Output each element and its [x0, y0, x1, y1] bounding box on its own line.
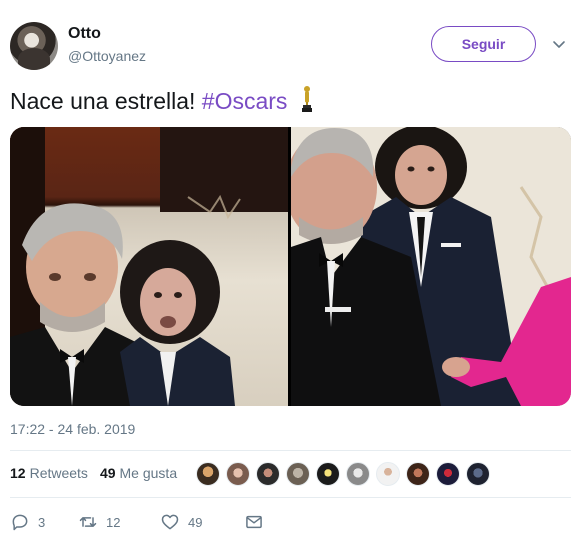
- photo-left[interactable]: [10, 127, 288, 406]
- follow-button[interactable]: Seguir: [431, 26, 536, 62]
- heart-icon: [161, 514, 179, 530]
- like-action[interactable]: 49: [160, 512, 244, 532]
- tweet-text: Nace una estrella! #Oscars: [10, 85, 314, 115]
- tweet-actions: 3 12 49: [10, 511, 264, 533]
- author-name[interactable]: Otto: [68, 25, 101, 43]
- likes-count: 49: [99, 465, 116, 481]
- divider-bottom: [10, 497, 571, 498]
- hashtag-link[interactable]: #Oscars: [202, 88, 288, 114]
- media-grid[interactable]: [10, 127, 571, 406]
- like-count: 49: [188, 514, 203, 530]
- likes-stat[interactable]: 49 Me gusta: [100, 465, 177, 481]
- oscar-trophy-icon: [301, 86, 312, 112]
- retweets-label: Retweets: [29, 465, 88, 481]
- retweet-count: 12: [106, 514, 121, 530]
- liker-avatar[interactable]: [376, 462, 400, 486]
- liker-avatar[interactable]: [196, 462, 220, 486]
- tweet-header: Otto @Ottoyanez Seguir: [10, 22, 571, 70]
- liker-avatar[interactable]: [346, 462, 370, 486]
- chevron-down-icon[interactable]: [551, 36, 567, 52]
- liker-avatar[interactable]: [226, 462, 250, 486]
- tweet-stats: 12 Retweets 49 Me gusta: [10, 465, 189, 481]
- liker-avatar[interactable]: [256, 462, 280, 486]
- likes-label: Me gusta: [119, 465, 178, 481]
- liker-avatar[interactable]: [406, 462, 430, 486]
- photo-left-image: [10, 127, 288, 406]
- message-action[interactable]: [244, 512, 264, 532]
- liker-avatar[interactable]: [316, 462, 340, 486]
- author-avatar[interactable]: [10, 22, 58, 70]
- retweet-action[interactable]: 12: [78, 512, 160, 532]
- photo-right[interactable]: [291, 127, 571, 406]
- photo-right-image: [291, 127, 571, 406]
- liker-avatar[interactable]: [286, 462, 310, 486]
- reply-action[interactable]: 3: [10, 512, 78, 532]
- envelope-icon: [246, 515, 262, 529]
- likers-list: [196, 462, 496, 486]
- reply-count: 3: [38, 514, 46, 530]
- retweet-icon: [79, 517, 97, 527]
- reply-icon: [12, 514, 28, 531]
- retweets-stat[interactable]: 12 Retweets: [10, 465, 88, 481]
- retweets-count: 12: [10, 465, 26, 481]
- divider-top: [10, 450, 571, 451]
- author-handle[interactable]: @Ottoyanez: [68, 48, 146, 64]
- tweet-body: Nace una estrella!: [10, 88, 202, 114]
- tweet-timestamp[interactable]: 17:22 - 24 feb. 2019: [10, 421, 135, 437]
- liker-avatar[interactable]: [466, 462, 490, 486]
- liker-avatar[interactable]: [436, 462, 460, 486]
